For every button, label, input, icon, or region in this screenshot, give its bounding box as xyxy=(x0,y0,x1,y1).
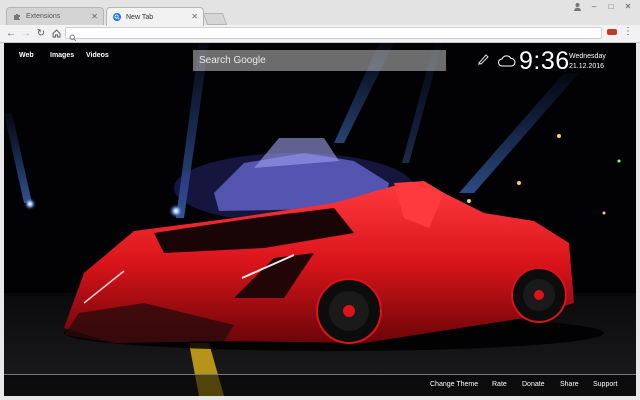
minimize-icon[interactable]: – xyxy=(587,0,601,13)
search-input[interactable] xyxy=(193,50,446,71)
tab-close-icon[interactable]: ✕ xyxy=(191,12,198,21)
clock-date: 21.12.2016 xyxy=(569,63,605,70)
clock-day: Wednesday xyxy=(569,53,606,60)
home-icon[interactable] xyxy=(50,26,62,40)
wallpaper-image xyxy=(4,43,636,396)
support-link[interactable]: Support xyxy=(593,381,618,388)
share-link[interactable]: Share xyxy=(560,381,579,388)
donate-link[interactable]: Donate xyxy=(522,381,545,388)
tab-close-icon[interactable]: ✕ xyxy=(91,12,98,21)
browser-toolbar: ← → ↻ ⋮ xyxy=(0,25,640,43)
footer-bar: Change Theme Rate Donate Share Support xyxy=(4,374,636,396)
reload-icon[interactable]: ↻ xyxy=(35,26,47,40)
pen-icon[interactable] xyxy=(476,52,490,71)
clock-time: 9:36 xyxy=(519,47,570,75)
browser-titlebar: Extensions ✕ New Tab ✕ – □ ✕ xyxy=(0,0,640,26)
maximize-icon[interactable]: □ xyxy=(604,0,618,13)
nav-images-link[interactable]: Images xyxy=(50,52,74,59)
forward-icon[interactable]: → xyxy=(20,26,32,40)
close-window-icon[interactable]: ✕ xyxy=(621,0,635,13)
rate-link[interactable]: Rate xyxy=(492,381,507,388)
profile-icon[interactable] xyxy=(570,0,584,13)
new-tab-button[interactable] xyxy=(202,13,228,25)
chrome-search-icon xyxy=(113,13,121,21)
car-extension-icon[interactable] xyxy=(607,29,617,35)
nav-web-link[interactable]: Web xyxy=(19,52,34,59)
address-bar[interactable] xyxy=(65,27,602,42)
new-tab-page: Web Images Videos 9:36 Wednesday 21.12.2… xyxy=(4,43,636,396)
tab-new-tab[interactable]: New Tab ✕ xyxy=(106,7,204,26)
menu-icon[interactable]: ⋮ xyxy=(623,26,633,37)
puzzle-icon xyxy=(13,13,21,21)
change-theme-link[interactable]: Change Theme xyxy=(430,381,478,388)
tab-extensions[interactable]: Extensions ✕ xyxy=(6,7,104,25)
tab-title: Extensions xyxy=(26,13,61,20)
back-icon[interactable]: ← xyxy=(5,26,17,40)
tab-title: New Tab xyxy=(126,13,154,21)
cloud-icon xyxy=(498,54,516,72)
nav-videos-link[interactable]: Videos xyxy=(86,52,109,59)
